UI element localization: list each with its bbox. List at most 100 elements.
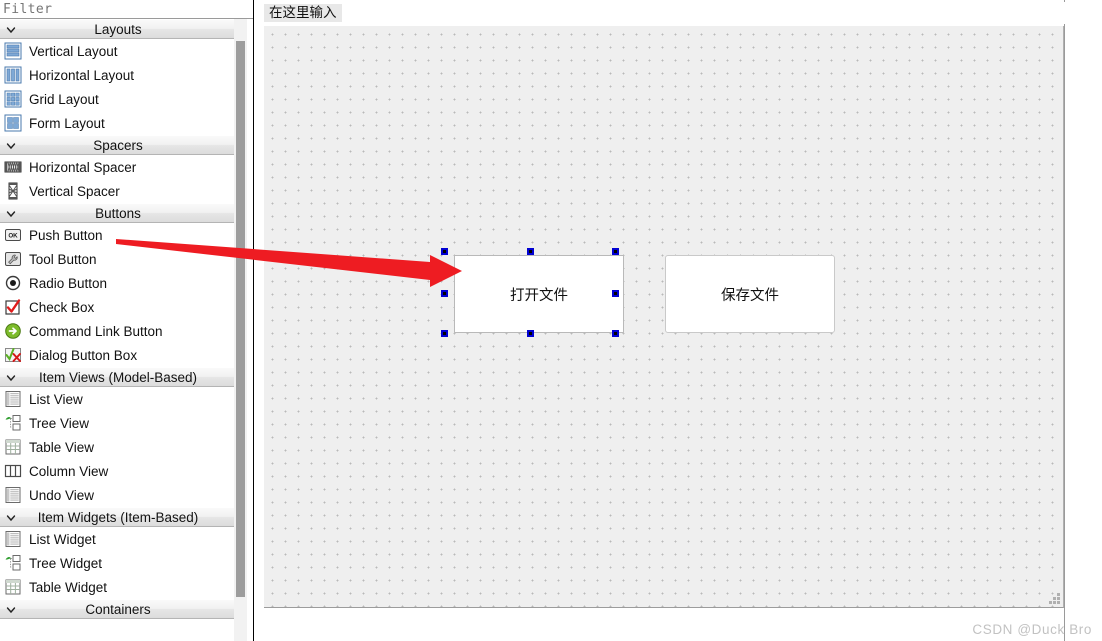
widget-item-label: Horizontal Layout <box>29 67 135 83</box>
widget-item-label: Tree View <box>29 415 90 431</box>
widget-item-horizontal-layout[interactable]: Horizontal Layout <box>0 63 236 87</box>
widget-section-header[interactable]: Item Views (Model-Based) <box>0 367 236 387</box>
widget-item-label: Command Link Button <box>29 323 163 339</box>
widget-item-label: List Widget <box>29 531 96 547</box>
widget-box-scrollbar-thumb[interactable] <box>236 41 245 597</box>
list-view-icon <box>3 389 23 409</box>
tree-view-icon <box>3 413 23 433</box>
radio-button-icon <box>3 273 23 293</box>
chevron-down-icon[interactable] <box>2 368 20 387</box>
widget-item-tool-button[interactable]: Tool Button <box>0 247 236 271</box>
widget-item-undo-view[interactable]: Undo View <box>0 483 236 507</box>
dialog-button-box-icon <box>3 345 23 365</box>
form-canvas[interactable]: 打开文件 保存文件 <box>264 26 1064 608</box>
widget-item-label: Horizontal Spacer <box>29 159 137 175</box>
widget-item-dialog-button-box[interactable]: Dialog Button Box <box>0 343 236 367</box>
widget-item-radio-button[interactable]: Radio Button <box>0 271 236 295</box>
widget-section-header[interactable]: Layouts <box>0 19 236 39</box>
widget-item-horizontal-spacer[interactable]: Horizontal Spacer <box>0 155 236 179</box>
column-view-icon <box>3 461 23 481</box>
open-file-button[interactable]: 打开文件 <box>454 255 624 333</box>
chevron-down-icon[interactable] <box>2 508 20 527</box>
selection-handle-top-center[interactable] <box>527 248 534 255</box>
widget-item-label: Undo View <box>29 487 95 503</box>
form-menubar[interactable]: 在这里输入 <box>264 2 1065 24</box>
widget-item-list-view[interactable]: List View <box>0 387 236 411</box>
widget-section-title: Spacers <box>93 138 143 153</box>
widget-item-label: Column View <box>29 463 109 479</box>
tree-widget-icon <box>3 553 23 573</box>
widget-item-label: Radio Button <box>29 275 108 291</box>
selection-handle-bottom-center[interactable] <box>527 330 534 337</box>
widget-section-header[interactable]: Item Widgets (Item-Based) <box>0 507 236 527</box>
widget-item-push-button[interactable]: OK Push Button <box>0 223 236 247</box>
widget-section-title: Layouts <box>94 22 142 37</box>
widget-item-label: Grid Layout <box>29 91 99 107</box>
widget-item-vertical-spacer[interactable]: Vertical Spacer <box>0 179 236 203</box>
form-size-grip[interactable] <box>1047 591 1060 604</box>
widget-item-check-box[interactable]: Check Box <box>0 295 236 319</box>
widget-section-title: Containers <box>85 602 151 617</box>
command-link-button-icon <box>3 321 23 341</box>
chevron-down-icon[interactable] <box>2 136 20 155</box>
form-editor-area[interactable]: 在这里输入 打开文件 保存文件 <box>254 0 1065 641</box>
widget-section-header[interactable]: Spacers <box>0 135 236 155</box>
widget-tree[interactable]: Layouts Vertical Layout Horizontal Layout G… <box>0 19 253 641</box>
widget-item-vertical-layout[interactable]: Vertical Layout <box>0 39 236 63</box>
widget-item-label: Tree Widget <box>29 555 103 571</box>
widget-section-title: Item Views (Model-Based) <box>38 370 198 385</box>
right-gutter <box>1066 0 1102 641</box>
menubar-type-here-placeholder[interactable]: 在这里输入 <box>264 4 342 22</box>
watermark: CSDN @Duck Bro <box>972 622 1092 637</box>
svg-text:OK: OK <box>8 233 18 240</box>
widget-item-label: Table Widget <box>29 579 108 595</box>
selection-handle-top-right[interactable] <box>612 248 619 255</box>
selection-handle-top-left[interactable] <box>441 248 448 255</box>
vertical-layout-icon <box>3 41 23 61</box>
chevron-down-icon[interactable] <box>2 20 20 39</box>
widget-item-grid-layout[interactable]: Grid Layout <box>0 87 236 111</box>
widget-item-column-view[interactable]: Column View <box>0 459 236 483</box>
selection-handle-bottom-right[interactable] <box>612 330 619 337</box>
designed-form: 在这里输入 打开文件 保存文件 <box>264 2 1065 609</box>
widget-item-label: List View <box>29 391 83 407</box>
selection-handle-middle-right[interactable] <box>612 290 619 297</box>
widget-item-form-layout[interactable]: Form Layout <box>0 111 236 135</box>
vertical-spacer-icon <box>3 181 23 201</box>
widget-item-command-link-button[interactable]: Command Link Button <box>0 319 236 343</box>
undo-view-icon <box>3 485 23 505</box>
list-widget-icon <box>3 529 23 549</box>
widget-item-label: Dialog Button Box <box>29 347 138 363</box>
widget-item-table-view[interactable]: Table View <box>0 435 236 459</box>
widget-item-label: Vertical Layout <box>29 43 118 59</box>
widget-section-title: Item Widgets (Item-Based) <box>37 510 199 525</box>
chevron-down-icon[interactable] <box>2 600 20 619</box>
widget-section-header[interactable]: Containers <box>0 599 236 619</box>
widget-item-label: Form Layout <box>29 115 105 131</box>
grid-layout-icon <box>3 89 23 109</box>
widget-item-tree-widget[interactable]: Tree Widget <box>0 551 236 575</box>
widget-item-tree-view[interactable]: Tree View <box>0 411 236 435</box>
widget-section-title: Buttons <box>95 206 141 221</box>
horizontal-spacer-icon <box>3 157 23 177</box>
widget-section-header[interactable]: Buttons <box>0 203 236 223</box>
save-file-button[interactable]: 保存文件 <box>665 255 835 333</box>
selection-handle-middle-left[interactable] <box>441 290 448 297</box>
chevron-down-icon[interactable] <box>2 204 20 223</box>
widget-item-label: Vertical Spacer <box>29 183 120 199</box>
table-widget-icon <box>3 577 23 597</box>
horizontal-layout-icon <box>3 65 23 85</box>
tool-button-icon <box>3 249 23 269</box>
widget-item-label: Table View <box>29 439 95 455</box>
widget-item-list-widget[interactable]: List Widget <box>0 527 236 551</box>
filter-input[interactable] <box>3 1 223 17</box>
table-view-icon <box>3 437 23 457</box>
push-button-icon: OK <box>3 225 23 245</box>
widget-item-label: Tool Button <box>29 251 97 267</box>
selection-handle-bottom-left[interactable] <box>441 330 448 337</box>
widget-item-label: Push Button <box>29 227 103 243</box>
form-layout-icon <box>3 113 23 133</box>
widget-item-table-widget[interactable]: Table Widget <box>0 575 236 599</box>
widget-item-label: Check Box <box>29 299 95 315</box>
widget-box-panel: Layouts Vertical Layout Horizontal Layout G… <box>0 0 254 641</box>
